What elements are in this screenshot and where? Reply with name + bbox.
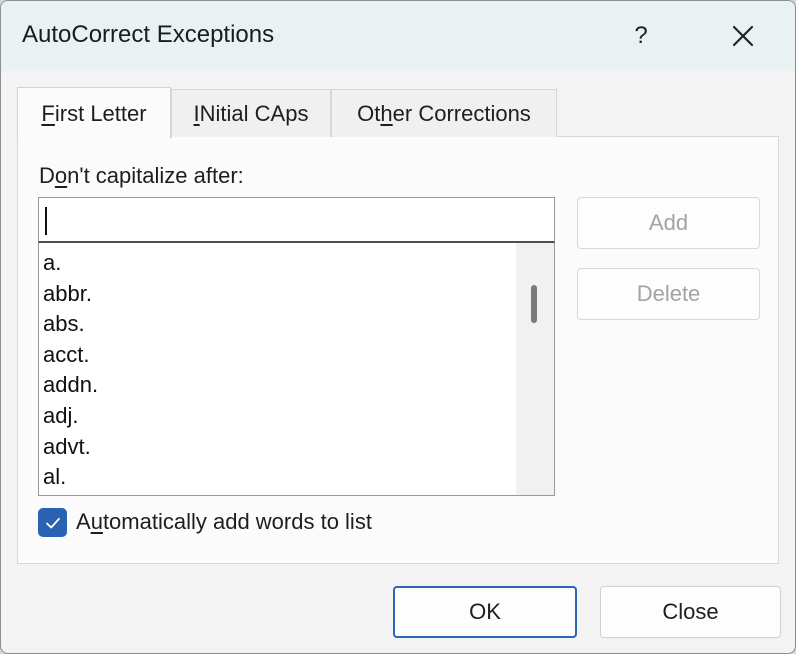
- autocorrect-exceptions-dialog: AutoCorrect Exceptions ? First Letter IN…: [0, 0, 796, 654]
- list-item[interactable]: abs.: [43, 309, 85, 340]
- scrollbar-thumb[interactable]: [531, 285, 537, 323]
- auto-add-checkbox[interactable]: [38, 508, 67, 537]
- close-window-button[interactable]: [713, 13, 773, 59]
- ok-button[interactable]: OK: [393, 586, 577, 638]
- delete-button[interactable]: Delete: [577, 268, 760, 320]
- tab-label: First Letter: [41, 100, 147, 126]
- text-caret: [45, 207, 47, 235]
- list-item[interactable]: al.: [43, 462, 66, 493]
- add-button[interactable]: Add: [577, 197, 760, 249]
- list-item[interactable]: acct.: [43, 340, 89, 371]
- help-icon: ?: [634, 22, 648, 49]
- title-bar: AutoCorrect Exceptions ?: [1, 1, 795, 71]
- list-item[interactable]: advt.: [43, 432, 91, 463]
- list-item[interactable]: addn.: [43, 370, 98, 401]
- dont-capitalize-label: Don't capitalize after:: [39, 163, 244, 188]
- close-button[interactable]: Close: [600, 586, 781, 638]
- help-button[interactable]: ?: [611, 13, 671, 59]
- tab-label: Other Corrections: [357, 100, 531, 126]
- tab-initial-caps[interactable]: INitial CAps: [171, 89, 331, 137]
- tab-other-corrections[interactable]: Other Corrections: [331, 89, 557, 137]
- tab-first-letter[interactable]: First Letter: [17, 87, 171, 139]
- close-icon: [732, 25, 754, 47]
- auto-add-label: Automatically add words to list: [76, 509, 372, 534]
- checkmark-icon: [45, 517, 60, 528]
- list-item[interactable]: adj.: [43, 401, 78, 432]
- list-scrollbar[interactable]: [516, 243, 554, 495]
- list-item[interactable]: abbr.: [43, 279, 92, 310]
- dialog-title: AutoCorrect Exceptions: [22, 21, 275, 48]
- list-item[interactable]: a.: [43, 248, 61, 279]
- exception-input[interactable]: [38, 197, 555, 243]
- tab-label: INitial CAps: [193, 100, 309, 126]
- exceptions-list[interactable]: a. abbr. abs. acct. addn. adj. advt. al.: [38, 243, 555, 496]
